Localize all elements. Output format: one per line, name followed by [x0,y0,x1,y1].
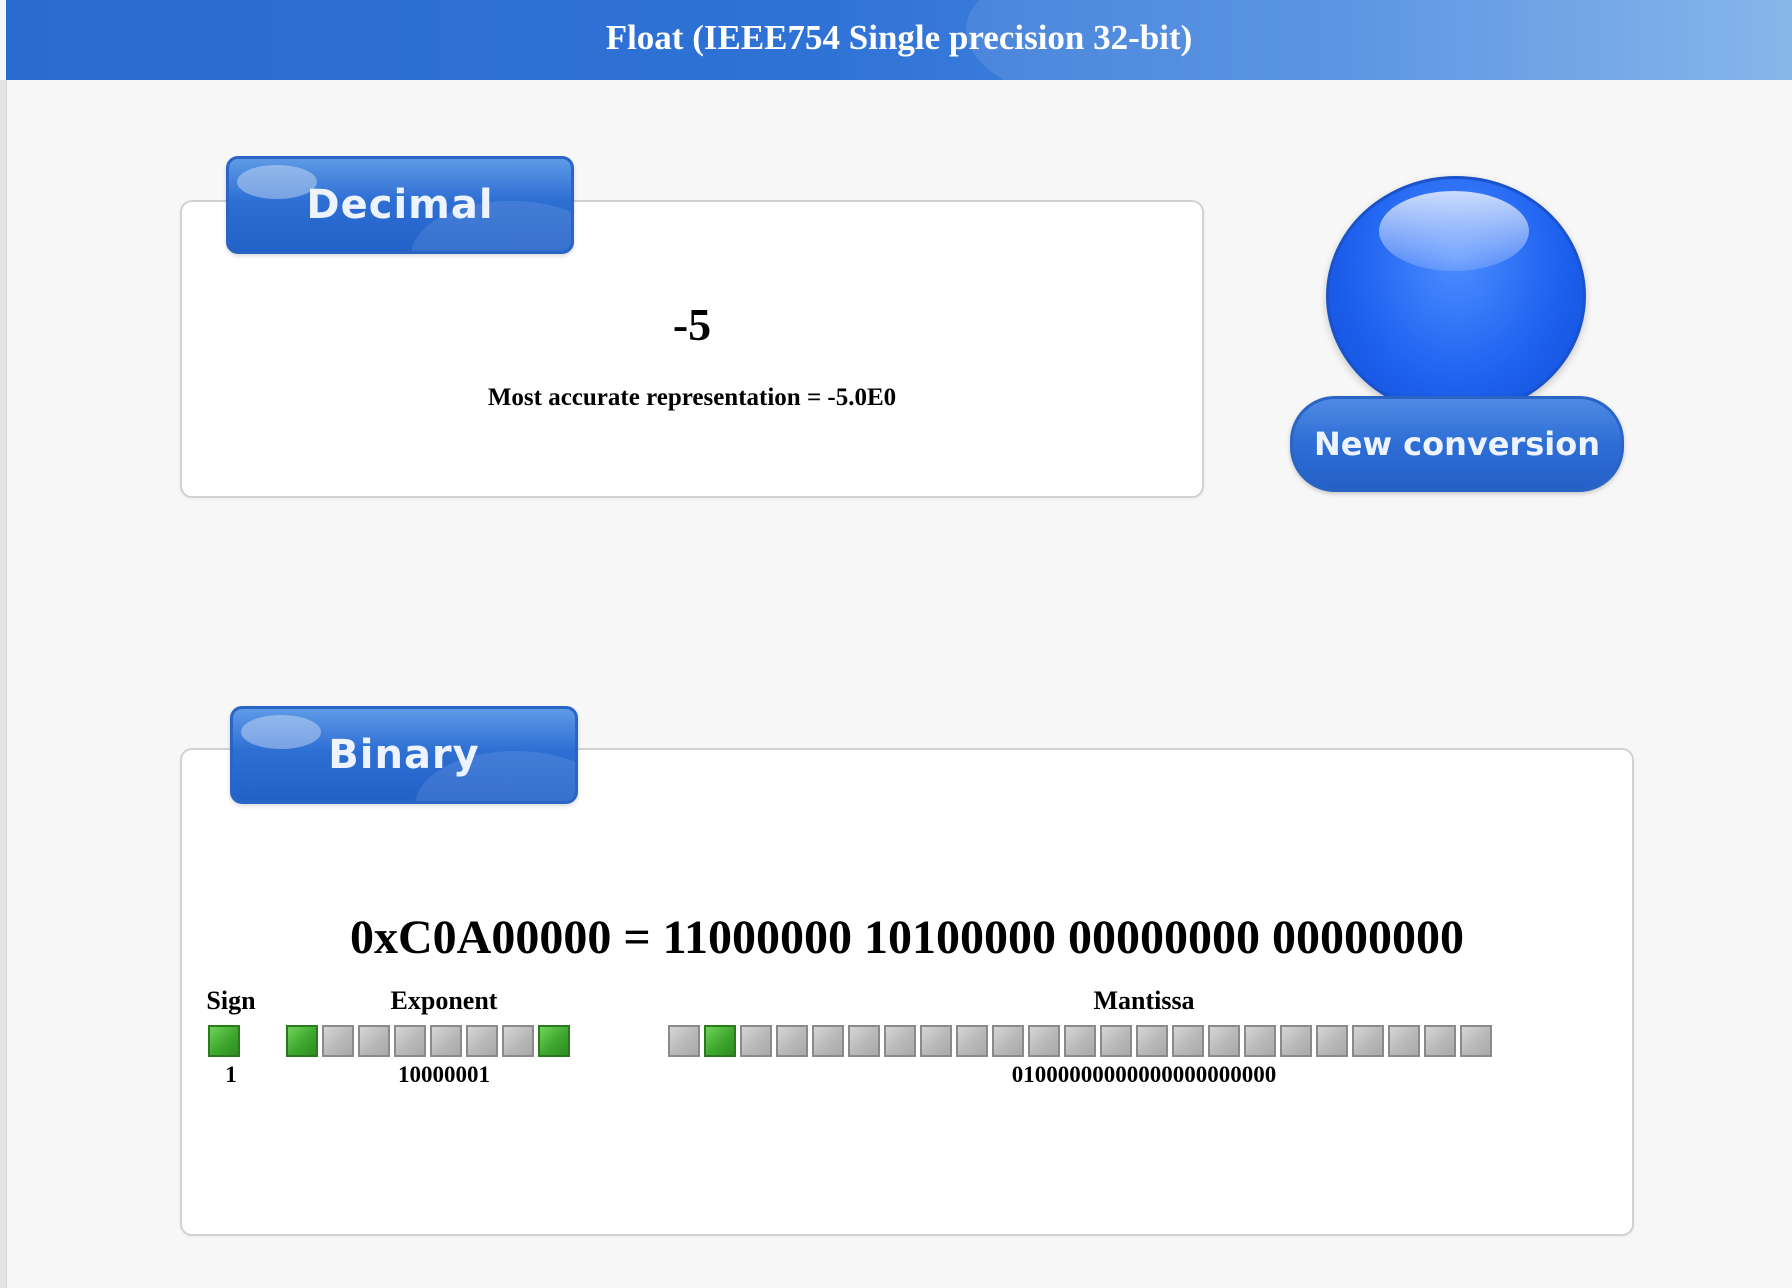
exponent-label: Exponent [390,986,498,1015]
binary-panel: 0xC0A00000 = 11000000 10100000 00000000 … [180,748,1634,1236]
mantissa-bit-checkbox[interactable] [776,1025,808,1057]
tab-binary: Binary [230,706,578,804]
new-conversion-label: New conversion [1313,425,1601,463]
page-title: Float (IEEE754 Single precision 32-bit) [605,18,1193,57]
tab-decimal-label: Decimal [306,182,494,228]
mantissa-bit-checkbox[interactable] [668,1025,700,1057]
mantissa-bit-checkbox[interactable] [1280,1025,1312,1057]
exponent-bit-checkbox[interactable] [466,1025,498,1057]
mantissa-bit-checkbox[interactable] [884,1025,916,1057]
new-conversion-orb-icon[interactable] [1326,176,1586,416]
mantissa-bit-checkbox[interactable] [1388,1025,1420,1057]
mantissa-bit-checkbox[interactable] [1424,1025,1456,1057]
exponent-bit-checkbox[interactable] [286,1025,318,1057]
mantissa-bit-checkbox[interactable] [740,1025,772,1057]
tab-binary-label: Binary [328,732,480,778]
mantissa-bit-checkbox[interactable] [1352,1025,1384,1057]
mantissa-bit-checkbox[interactable] [1244,1025,1276,1057]
mantissa-bit-checkbox[interactable] [812,1025,844,1057]
mantissa-bit-checkbox[interactable] [704,1025,736,1057]
sign-label: Sign [206,986,256,1015]
mantissa-bit-checkbox[interactable] [848,1025,880,1057]
tab-decimal: Decimal [226,156,574,254]
mantissa-bit-checkbox[interactable] [1028,1025,1060,1057]
mantissa-bit-checkbox[interactable] [1100,1025,1132,1057]
mantissa-bit-checkbox[interactable] [1316,1025,1348,1057]
exponent-bit-value: 10000001 [398,1062,490,1087]
hex-binary-value: 0xC0A00000 = 11000000 10100000 00000000 … [349,911,1465,964]
exponent-bit-checkbox[interactable] [394,1025,426,1057]
sign-bits [208,1025,240,1059]
mantissa-bit-checkbox[interactable] [956,1025,988,1057]
mantissa-bit-checkbox[interactable] [1136,1025,1168,1057]
mantissa-bit-checkbox[interactable] [1208,1025,1240,1057]
decimal-value: -5 [672,299,712,350]
mantissa-bit-checkbox[interactable] [1172,1025,1204,1057]
new-conversion-button[interactable]: New conversion [1290,396,1624,492]
accurate-representation: Most accurate representation = -5.0E0 [487,384,897,411]
sign-bit-checkbox[interactable] [208,1025,240,1057]
orb-highlight [1379,191,1529,271]
exponent-bits [286,1025,570,1059]
sign-bit-value: 1 [225,1062,237,1087]
mantissa-bit-checkbox[interactable] [920,1025,952,1057]
mantissa-bit-checkbox[interactable] [1064,1025,1096,1057]
mantissa-bit-value: 01000000000000000000000 [1011,1062,1277,1087]
header-bar: Float (IEEE754 Single precision 32-bit) [6,0,1792,80]
exponent-bit-checkbox[interactable] [430,1025,462,1057]
mantissa-bit-checkbox[interactable] [1460,1025,1492,1057]
exponent-bit-checkbox[interactable] [502,1025,534,1057]
exponent-bit-checkbox[interactable] [358,1025,390,1057]
mantissa-bit-checkbox[interactable] [992,1025,1024,1057]
exponent-bit-checkbox[interactable] [322,1025,354,1057]
mantissa-bits [668,1025,1492,1059]
window-left-edge [0,80,7,1288]
exponent-bit-checkbox[interactable] [538,1025,570,1057]
mantissa-label: Mantissa [1093,986,1195,1015]
